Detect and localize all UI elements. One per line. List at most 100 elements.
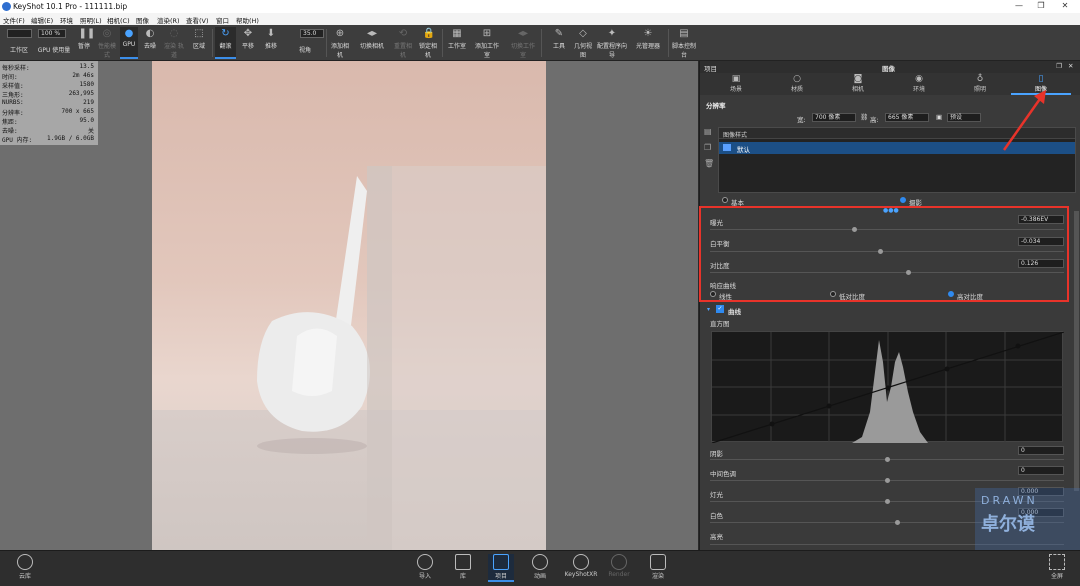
shadows-input[interactable]: 0 bbox=[1018, 446, 1064, 455]
render-dim-button[interactable]: Render bbox=[606, 554, 632, 578]
cloud-library-button[interactable]: 云库 bbox=[12, 554, 38, 580]
dolly-button[interactable]: ⬇ 推移 bbox=[260, 27, 282, 59]
histogram-curve-editor[interactable] bbox=[711, 331, 1065, 444]
performance-mode-button[interactable]: ◎ 性能模式 bbox=[96, 27, 118, 59]
mode-basic-radio[interactable] bbox=[722, 197, 728, 203]
add-style-icon[interactable]: ▤ bbox=[704, 127, 713, 136]
curves-collapse-icon[interactable]: ▾ bbox=[707, 306, 710, 313]
add-studio-button[interactable]: ⊞ 添加工作室 bbox=[474, 27, 500, 59]
menu-camera[interactable]: 相机(C) bbox=[107, 15, 130, 25]
stat-row: 三角形: 263,995 bbox=[2, 90, 94, 99]
workspace-select[interactable] bbox=[7, 29, 32, 38]
menu-render[interactable]: 渲染(R) bbox=[157, 15, 180, 25]
gpu-usage-label: GPU 使用量 bbox=[37, 47, 71, 54]
script-console-button[interactable]: ▤ 脚本控制台 bbox=[672, 27, 696, 59]
import-button[interactable]: 导入 bbox=[412, 554, 438, 580]
lock-icon: 🔒 bbox=[422, 28, 435, 39]
render-button[interactable]: 渲染 bbox=[645, 554, 671, 580]
whites-slider-knob[interactable] bbox=[895, 520, 900, 525]
highlights-slider-knob[interactable] bbox=[885, 499, 890, 504]
project-button[interactable]: 项目 bbox=[488, 554, 514, 582]
render-stats-panel: 每秒采样: 13.5 时间: 2m 46s 采样值: 1580 三角形: 263,995… bbox=[0, 61, 98, 145]
toolbar: 工作区 100 % GPU 使用量 ❚❚ 暂停 ◎ 性能模式 ● GPU ◐ 去噪 ◌ 渲… bbox=[0, 25, 1080, 61]
high-label: 高亮 bbox=[710, 533, 723, 541]
close-icon[interactable]: ✕ bbox=[1058, 1, 1072, 10]
zoom-field[interactable]: 100 % bbox=[38, 29, 66, 38]
project-icon bbox=[493, 554, 509, 570]
watermark: DRAWN 卓尔谟 bbox=[975, 488, 1080, 550]
delete-style-icon[interactable]: 🗑 bbox=[704, 159, 714, 168]
duplicate-style-icon[interactable]: ❐ bbox=[704, 143, 713, 152]
histogram-graph[interactable] bbox=[711, 331, 1065, 444]
gpu-button[interactable]: ● GPU bbox=[120, 27, 138, 59]
gpu-icon: ● bbox=[124, 28, 134, 39]
pause-button[interactable]: ❚❚ 暂停 bbox=[74, 27, 95, 59]
menu-view[interactable]: 查看(V) bbox=[186, 15, 209, 25]
menu-help[interactable]: 帮助(H) bbox=[236, 15, 259, 25]
histogram-label: 直方图 bbox=[710, 320, 730, 328]
annotation-arrow bbox=[1002, 90, 1046, 151]
tumble-button[interactable]: ↻ 翻滚 bbox=[215, 27, 236, 59]
panel-scrollbar[interactable] bbox=[1074, 211, 1079, 491]
width-label: 宽: bbox=[797, 116, 806, 124]
fullscreen-button[interactable]: 全屏 bbox=[1044, 554, 1070, 580]
switch-camera-button[interactable]: ◂▸ 切换相机 bbox=[360, 27, 384, 59]
book-icon bbox=[455, 554, 471, 570]
panel-header: 项目 图像 ❐ ✕ bbox=[700, 61, 1080, 73]
stat-row: 分辨率: 700 x 665 bbox=[2, 108, 94, 117]
watermark-line1: DRAWN bbox=[981, 494, 1038, 507]
light-manager-button[interactable]: ☀ 光管理器 bbox=[632, 27, 664, 59]
studio-switch-icon: ◂▸ bbox=[517, 28, 529, 39]
geometry-view-button[interactable]: ◇ 几何视图 bbox=[572, 27, 594, 59]
bottom-bar: 云库 导入 库 项目 动画 KeyShotXR Render 渲染 全屏 bbox=[0, 550, 1080, 586]
preset-dropdown[interactable]: 预设 bbox=[947, 113, 981, 122]
tools-button[interactable]: ✎ 工具 bbox=[548, 27, 570, 59]
style-thumbnail-icon bbox=[723, 144, 731, 151]
shadows-slider-knob[interactable] bbox=[885, 457, 890, 462]
midtones-slider-knob[interactable] bbox=[885, 478, 890, 483]
panel-close-icon[interactable]: ✕ bbox=[1068, 62, 1073, 70]
tab-environment[interactable]: ◉ 环境 bbox=[889, 74, 949, 93]
minimize-icon[interactable]: — bbox=[1012, 1, 1026, 10]
fov-field[interactable]: 35.0 bbox=[300, 29, 324, 38]
width-input[interactable]: 700 像素 bbox=[812, 113, 856, 122]
tab-scene[interactable]: ▣ 场景 bbox=[706, 74, 766, 93]
switch-studio-button[interactable]: ◂▸ 切换工作室 bbox=[510, 27, 536, 59]
studio-button[interactable]: ▦ 工作室 bbox=[445, 27, 469, 59]
height-input[interactable]: 665 像素 bbox=[885, 113, 929, 122]
stat-row: 时间: 2m 46s bbox=[2, 72, 94, 81]
maximize-icon[interactable]: ❐ bbox=[1034, 1, 1048, 10]
midtones-input[interactable]: 0 bbox=[1018, 466, 1064, 475]
tab-camera[interactable]: ◙ 相机 bbox=[828, 74, 888, 93]
pan-button[interactable]: ✥ 平移 bbox=[238, 27, 258, 59]
region-button[interactable]: ⬚ 区域 bbox=[188, 27, 210, 59]
link-icon[interactable]: ⛓ bbox=[860, 113, 868, 121]
reset-camera-button[interactable]: ⟲ 重置相机 bbox=[393, 27, 413, 59]
lock-camera-button[interactable]: 🔒 锁定相机 bbox=[418, 27, 438, 59]
denoise-button[interactable]: ◐ 去噪 bbox=[140, 27, 160, 59]
import-icon bbox=[417, 554, 433, 570]
panel-title: 图像 bbox=[882, 65, 895, 73]
curves-checkbox[interactable]: ✓ bbox=[716, 305, 724, 313]
menu-lighting[interactable]: 照明(L) bbox=[80, 15, 102, 25]
mode-photo-radio[interactable] bbox=[900, 197, 906, 203]
tab-material[interactable]: ○ 材质 bbox=[767, 74, 827, 93]
play-icon bbox=[532, 554, 548, 570]
library-button[interactable]: 库 bbox=[450, 554, 476, 580]
midtones-label: 中间色调 bbox=[710, 470, 736, 478]
panel-header-left: 项目 bbox=[704, 65, 717, 73]
render-orbit-button[interactable]: ◌ 渲染 轨道 bbox=[163, 27, 185, 59]
menu-image[interactable]: 图像 bbox=[136, 15, 149, 25]
keyshotxr-button[interactable]: KeyShotXR bbox=[563, 554, 599, 578]
script-icon: ▤ bbox=[679, 28, 689, 39]
undock-icon[interactable]: ❐ bbox=[1056, 62, 1062, 70]
menu-environment[interactable]: 环境 bbox=[60, 15, 73, 25]
animation-button[interactable]: 动画 bbox=[527, 554, 553, 580]
menu-edit[interactable]: 编辑(E) bbox=[31, 15, 53, 25]
menu-file[interactable]: 文件(F) bbox=[3, 15, 25, 25]
config-wizard-button[interactable]: ✦ 配置程序向导 bbox=[597, 27, 627, 59]
menu-window[interactable]: 窗口 bbox=[216, 15, 229, 25]
stat-row: NURBS: 219 bbox=[2, 99, 94, 106]
add-camera-button[interactable]: ⊕ 添加相机 bbox=[330, 27, 350, 59]
window-title: KeyShot 10.1 Pro - 111111.bip bbox=[13, 2, 128, 11]
